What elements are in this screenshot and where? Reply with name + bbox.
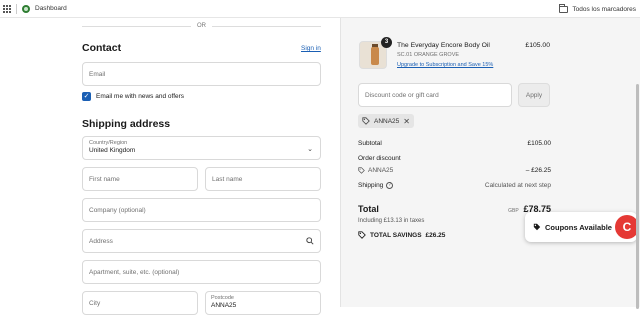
discount-code-row: ANNA25 – £26.25 — [358, 167, 551, 174]
shipping-value: Calculated at next step — [484, 182, 551, 189]
sign-in-link[interactable]: Sign in — [301, 45, 321, 52]
total-label: Total — [358, 204, 379, 214]
subtotal-value: £105.00 — [527, 140, 552, 147]
shipping-label: Shipping — [358, 182, 384, 189]
search-icon — [306, 237, 314, 245]
or-divider: OR — [82, 21, 321, 31]
savings-value: £26.25 — [425, 231, 446, 239]
postcode-label: Postcode — [211, 295, 234, 301]
discount-code-input[interactable]: Discount code or gift card — [358, 83, 512, 107]
remove-discount-close-icon[interactable]: ✕ — [403, 117, 410, 126]
order-discount-label: Order discount — [358, 155, 401, 162]
applied-discount-tag: ANNA25 ✕ — [358, 114, 414, 128]
quantity-badge: 3 — [381, 37, 392, 48]
subscribe-upgrade-link[interactable]: Upgrade to Subscription and Save 15% — [397, 62, 493, 68]
last-name-field[interactable]: Last name — [205, 167, 321, 191]
country-label: Country/Region — [89, 140, 128, 146]
bookmark-dashboard[interactable]: Dashboard — [35, 5, 67, 12]
company-field[interactable]: Company (optional) — [82, 198, 321, 222]
subtotal-row: Subtotal £105.00 — [358, 140, 551, 147]
total-row: Total GBP £78.75 — [358, 204, 551, 214]
first-name-placeholder: First name — [89, 175, 120, 183]
product-price: £105.00 — [525, 42, 550, 49]
postcode-value: ANNA25 — [211, 302, 237, 309]
checkout-form-panel: OR Contact Sign in Email ✓ Email me with… — [0, 18, 340, 315]
newsletter-checkbox[interactable]: ✓ — [82, 92, 91, 101]
coupons-available-widget[interactable]: Coupons Available C — [525, 212, 639, 242]
all-bookmarks-button[interactable]: Todos los marcadores — [559, 0, 636, 18]
newsletter-option[interactable]: ✓ Email me with news and offers — [82, 92, 184, 101]
coupon-tag-icon — [533, 223, 541, 231]
apartment-placeholder: Apartment, suite, etc. (optional) — [89, 268, 180, 276]
shipping-row: Shipping ? Calculated at next step — [358, 182, 551, 189]
first-name-field[interactable]: First name — [82, 167, 198, 191]
total-savings-row: TOTAL SAVINGS £26.25 — [358, 231, 445, 239]
email-field[interactable]: Email — [82, 62, 321, 86]
bookmarks-divider — [16, 3, 17, 14]
applied-code-label: ANNA25 — [374, 117, 400, 125]
order-summary-panel: 3 The Everyday Encore Body Oil SC.01 ORA… — [340, 18, 640, 309]
email-placeholder: Email — [89, 70, 106, 78]
tag-icon — [358, 167, 365, 174]
or-line-right — [212, 25, 321, 27]
or-label: OR — [197, 23, 206, 29]
bottle-shape — [371, 47, 379, 65]
shipping-address-heading: Shipping address — [82, 118, 171, 130]
or-line-left — [82, 25, 191, 27]
currency-code: GBP — [508, 208, 519, 214]
address-field[interactable]: Address — [82, 229, 321, 253]
country-select[interactable]: Country/Region United Kingdom ⌄ — [82, 136, 321, 160]
tag-icon — [362, 117, 370, 125]
discount-placeholder: Discount code or gift card — [365, 91, 439, 99]
bookmarks-left: Dashboard — [0, 3, 67, 14]
country-value: United Kingdom — [89, 147, 136, 154]
savings-label: TOTAL SAVINGS — [370, 231, 422, 239]
postcode-field[interactable]: Postcode ANNA25 — [205, 291, 321, 315]
folder-icon — [559, 3, 569, 13]
dashboard-favicon-icon — [22, 4, 30, 13]
city-placeholder: City — [89, 299, 101, 307]
product-variant: SC.01 ORANGE GROVE — [397, 52, 460, 58]
shipping-label-group: Shipping ? — [358, 182, 394, 189]
bookmarks-bar: Dashboard Todos los marcadores — [0, 0, 640, 18]
all-bookmarks-label: Todos los marcadores — [572, 5, 636, 13]
apartment-field[interactable]: Apartment, suite, etc. (optional) — [82, 260, 321, 284]
discount-value: – £26.25 — [525, 167, 551, 174]
discount-code-label: ANNA25 — [368, 167, 394, 174]
help-circle-icon[interactable]: ? — [386, 182, 394, 189]
discount-code-group: ANNA25 — [358, 167, 393, 174]
newsletter-label: Email me with news and offers — [96, 93, 185, 100]
apps-grid-icon[interactable] — [3, 4, 11, 13]
last-name-placeholder: Last name — [212, 175, 243, 183]
contact-heading: Contact — [82, 42, 122, 54]
city-field[interactable]: City — [82, 291, 198, 315]
subtotal-label: Subtotal — [358, 140, 382, 147]
taxes-note: Including £13.13 in taxes — [358, 218, 425, 224]
chevron-down-icon: ⌄ — [307, 146, 313, 153]
product-name: The Everyday Encore Body Oil — [397, 42, 490, 49]
order-discount-row: Order discount — [358, 155, 551, 162]
company-placeholder: Company (optional) — [89, 206, 146, 214]
apply-button[interactable]: Apply — [518, 83, 550, 107]
address-placeholder: Address — [89, 237, 113, 245]
summary-scrollbar[interactable] — [636, 84, 639, 309]
coupons-available-label: Coupons Available — [545, 222, 612, 232]
tag-icon — [358, 231, 366, 239]
